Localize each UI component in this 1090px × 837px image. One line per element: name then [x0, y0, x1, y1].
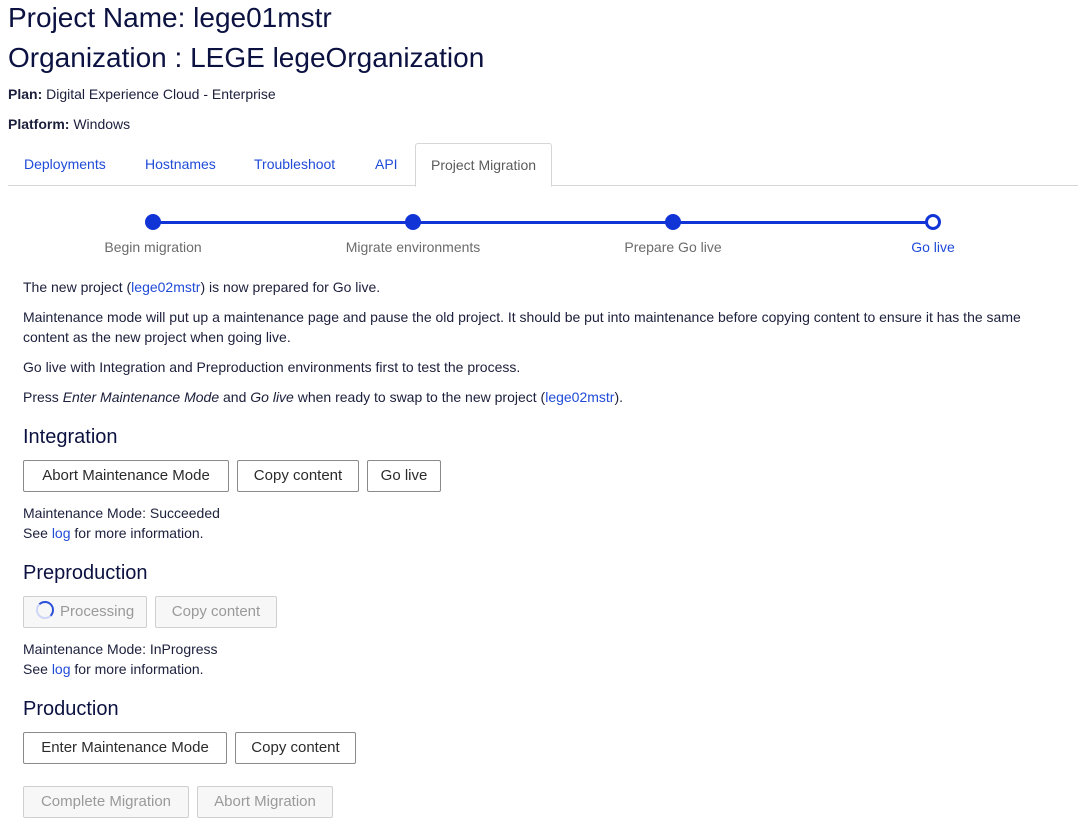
intro-paragraph-2: Maintenance mode will put up a maintenan…	[23, 309, 1021, 345]
spinner-icon	[36, 601, 54, 619]
abort-maintenance-mode-button[interactable]: Abort Maintenance Mode	[23, 460, 229, 492]
page: Project Name: lege01mstr Organization : …	[0, 0, 1090, 837]
step-go-live-dot	[925, 214, 941, 230]
enter-maintenance-mode-button[interactable]: Enter Maintenance Mode	[23, 732, 227, 764]
plan-value: Digital Experience Cloud - Enterprise	[46, 86, 276, 102]
platform-line: Platform: Windows	[8, 116, 130, 132]
production-copy-content-button[interactable]: Copy content	[235, 732, 356, 764]
step-prepare-go-live-label: Prepare Go live	[624, 239, 722, 255]
integration-log-link[interactable]: log	[52, 525, 71, 541]
tab-bar: Deployments Hostnames Troubleshoot API P…	[8, 143, 1078, 187]
tab-api[interactable]: API	[375, 143, 398, 185]
step-begin-migration-dot	[145, 214, 161, 230]
log-text: See	[23, 661, 52, 677]
migration-stepper: Begin migration Migrate environments Pre…	[0, 205, 1090, 265]
intro-emphasis: Go live	[250, 389, 294, 405]
step-migrate-environments-label: Migrate environments	[345, 239, 481, 255]
intro-text: ) is now prepared for Go live.	[200, 279, 381, 295]
log-text: for more information.	[70, 661, 204, 677]
preproduction-status: Maintenance Mode: InProgress	[23, 641, 218, 657]
production-heading: Production	[23, 698, 119, 720]
log-text: for more information.	[70, 525, 204, 541]
tab-hostnames[interactable]: Hostnames	[145, 143, 216, 185]
intro-text: when ready to swap to the new project (	[293, 389, 546, 405]
step-begin-migration-label: Begin migration	[104, 239, 202, 255]
plan-label: Plan:	[8, 86, 43, 102]
complete-migration-button: Complete Migration	[23, 786, 189, 818]
intro-paragraph-3: Go live with Integration and Preproducti…	[23, 359, 521, 375]
step-go-live-label: Go live	[911, 239, 955, 255]
processing-label: Processing	[60, 603, 135, 620]
preproduction-heading: Preproduction	[23, 562, 148, 584]
intro-text: Press	[23, 389, 63, 405]
intro-paragraph-1: The new project (lege02mstr) is now prep…	[23, 277, 1063, 297]
platform-value: Windows	[73, 116, 131, 132]
log-text: See	[23, 525, 52, 541]
intro-text: ).	[614, 389, 624, 405]
page-title: Project Name: lege01mstr	[8, 2, 332, 33]
step-migrate-environments-dot	[405, 214, 421, 230]
integration-status: Maintenance Mode: Succeeded	[23, 505, 220, 521]
integration-log-line: See log for more information.	[23, 523, 204, 543]
intro-paragraph-4: Press Enter Maintenance Mode and Go live…	[23, 387, 1063, 407]
go-live-button[interactable]: Go live	[367, 460, 441, 492]
stepper-track	[153, 221, 933, 224]
tab-deployments[interactable]: Deployments	[24, 143, 106, 185]
processing-button: Processing	[23, 596, 147, 628]
platform-label: Platform:	[8, 116, 70, 132]
intro-emphasis: Enter Maintenance Mode	[62, 389, 220, 405]
integration-copy-content-button[interactable]: Copy content	[237, 460, 359, 492]
preproduction-log-line: See log for more information.	[23, 659, 204, 679]
step-prepare-go-live-dot	[665, 214, 681, 230]
organization-title: Organization : LEGE legeOrganization	[8, 42, 485, 73]
new-project-link[interactable]: lege02mstr	[545, 389, 614, 405]
tab-project-migration[interactable]: Project Migration	[415, 143, 553, 187]
preproduction-copy-content-button: Copy content	[155, 596, 277, 628]
preproduction-log-link[interactable]: log	[52, 661, 71, 677]
integration-heading: Integration	[23, 426, 118, 448]
intro-text: and	[219, 389, 251, 405]
abort-migration-button: Abort Migration	[197, 786, 333, 818]
new-project-link[interactable]: lege02mstr	[131, 279, 200, 295]
plan-line: Plan: Digital Experience Cloud - Enterpr…	[8, 86, 276, 102]
tab-troubleshoot[interactable]: Troubleshoot	[254, 143, 335, 185]
intro-text: The new project (	[23, 279, 132, 295]
